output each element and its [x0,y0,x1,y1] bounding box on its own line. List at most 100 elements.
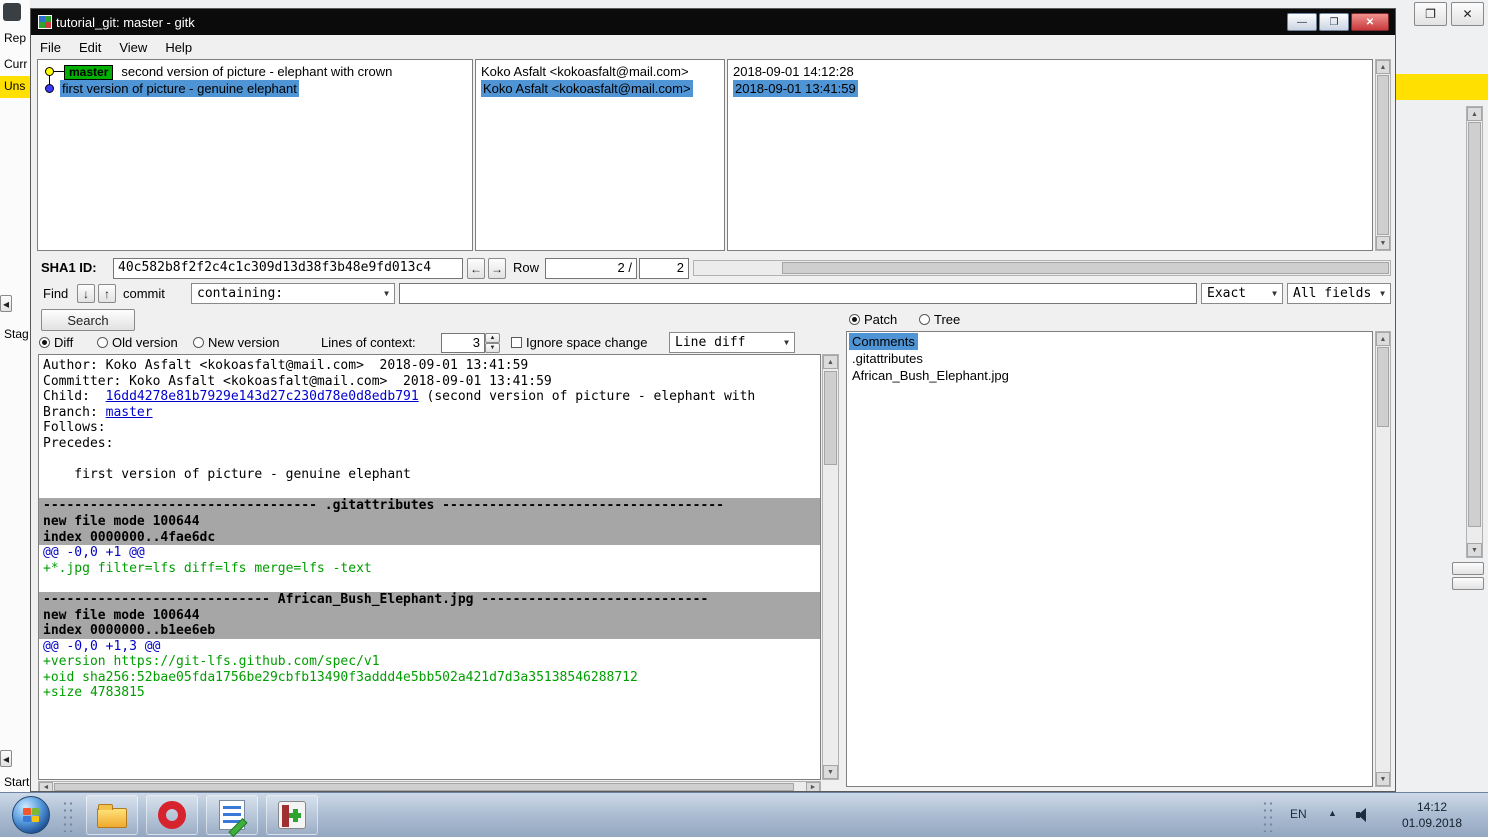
file-list-item[interactable]: .gitattributes [849,350,926,367]
menu-edit[interactable]: Edit [70,37,110,58]
tree-radio-circle[interactable] [919,314,930,325]
patch-radio-circle[interactable] [849,314,860,325]
containing-dropdown[interactable]: containing: ▼ [191,283,395,304]
search-button[interactable]: Search [41,309,135,331]
explorer-taskbar-button[interactable] [86,795,138,835]
commit-date-row[interactable]: 2018-09-01 13:41:59 [728,80,1372,97]
taskbar-grip[interactable] [62,800,75,832]
scrollbar-thumb[interactable] [1377,75,1389,235]
find-prev-button[interactable]: ↑ [98,284,116,303]
new-version-radio[interactable]: New version [193,335,280,350]
diff-scrollbar[interactable]: ▲ ▼ [822,354,839,780]
scroll-right-icon[interactable]: ► [806,782,820,791]
exact-dropdown[interactable]: Exact ▼ [1201,283,1283,304]
background-scrollbar[interactable]: ▲ ▼ [1466,106,1483,558]
scroll-down-icon[interactable]: ▼ [1376,772,1390,786]
scroll-down-icon[interactable]: ▼ [1376,236,1390,250]
find-query-input[interactable] [399,283,1197,304]
commit-row[interactable]: first version of picture - genuine eleph… [38,80,472,97]
menu-file[interactable]: File [31,37,70,58]
fields-dropdown[interactable]: All fields ▼ [1287,283,1391,304]
tree-radio[interactable]: Tree [919,312,960,327]
volume-icon[interactable] [1356,808,1372,822]
commit-row[interactable]: master second version of picture - elepha… [38,63,472,89]
diff-hscrollbar[interactable]: ◄ ► [38,781,821,791]
diff-line: @@ -0,0 +1 @@ [43,545,145,561]
new-version-radio-circle[interactable] [193,337,204,348]
scrollbar-thumb[interactable] [54,783,794,791]
tray-expand-icon[interactable]: ▲ [1328,808,1337,818]
file-list-pane[interactable]: Comments .gitattributes African_Bush_Eleph… [846,331,1373,787]
scroll-left-icon[interactable]: ◄ [39,782,53,791]
scrollbar-thumb[interactable] [782,262,1389,274]
sha1-input[interactable]: 40c582b8f2f2c4c1c309d13d38f3b48e9fd013c4 [113,258,463,279]
find-button[interactable]: Find [43,286,68,301]
opera-taskbar-button[interactable] [146,795,198,835]
close-button[interactable]: ✕ [1351,13,1389,31]
bg-pane-button[interactable] [1452,577,1484,590]
commit-subject[interactable]: second version of picture - elephant wit… [119,64,394,79]
chevron-left-icon[interactable]: ◂ [0,295,12,312]
file-list-scrollbar[interactable]: ▲ ▼ [1375,331,1391,787]
commit-link[interactable]: master [106,405,153,420]
commit-author-row[interactable]: Koko Asfalt <kokoasfalt@mail.com> [476,63,724,80]
scrollbar-thumb[interactable] [824,371,837,465]
minimize-button[interactable]: — [1287,13,1317,31]
chevron-left-icon[interactable]: ◂ [0,750,12,767]
context-spinner-value[interactable]: 3 [441,333,485,353]
patch-radio[interactable]: Patch [849,312,897,327]
context-spinner[interactable]: ▲ ▼ [485,333,500,353]
file-list-item[interactable]: African_Bush_Elephant.jpg [849,367,1012,384]
scroll-up-icon[interactable]: ▲ [1376,60,1390,74]
forward-icon: → [491,261,503,276]
commit-list-hscrollbar[interactable] [693,260,1391,276]
maximize-button[interactable]: ❐ [1319,13,1349,31]
clock[interactable]: 14:12 01.09.2018 [1390,799,1474,831]
back-button[interactable]: ← [467,258,485,279]
scroll-down-icon[interactable]: ▼ [1467,543,1482,557]
diff-radio[interactable]: Diff [39,335,73,350]
old-version-radio-circle[interactable] [97,337,108,348]
back-icon: ← [470,261,482,276]
bg-restore-button[interactable]: ❐ [1414,2,1447,26]
editor-taskbar-button[interactable] [206,795,258,835]
scrollbar-thumb[interactable] [1468,122,1481,527]
tray-grip[interactable] [1262,800,1275,832]
scroll-up-icon[interactable]: ▲ [1376,332,1390,346]
ignore-space-checkbox[interactable]: Ignore space change [511,335,647,350]
line-diff-dropdown[interactable]: Line diff ▼ [669,332,795,353]
forward-button[interactable]: → [488,258,506,279]
scroll-down-icon[interactable]: ▼ [823,765,838,779]
commit-date-pane[interactable]: 2018-09-01 14:12:28 2018-09-01 13:41:59 [727,59,1373,251]
commit-subject[interactable]: first version of picture - genuine eleph… [60,80,299,97]
find-next-button[interactable]: ↓ [77,284,95,303]
start-button[interactable] [12,796,50,834]
old-version-radio[interactable]: Old version [97,335,178,350]
flag-red [23,808,31,815]
menu-help[interactable]: Help [156,37,201,58]
bg-close-button[interactable]: ✕ [1451,2,1484,26]
file-list-item[interactable]: Comments [849,333,918,350]
branch-tag[interactable]: master [64,65,114,80]
row-label: Row [513,260,540,275]
ignore-space-checkbox-box[interactable] [511,337,522,348]
commit-author-pane[interactable]: Koko Asfalt <kokoasfalt@mail.com> Koko As… [475,59,725,251]
scroll-up-icon[interactable]: ▲ [823,355,838,369]
find-commit-label[interactable]: commit [123,286,165,301]
title-bar[interactable]: tutorial_git: master - gitk — ❐ ✕ [31,9,1395,35]
menu-view[interactable]: View [110,37,156,58]
diff-view[interactable]: Author: Koko Asfalt <kokoasfalt@mail.com… [38,354,821,780]
git-gui-taskbar-button[interactable] [266,795,318,835]
commit-author-row[interactable]: Koko Asfalt <kokoasfalt@mail.com> [476,80,724,97]
commit-date-row[interactable]: 2018-09-01 14:12:28 [728,63,1372,80]
scroll-up-icon[interactable]: ▲ [1467,107,1482,121]
spin-up-icon[interactable]: ▲ [485,333,500,343]
commit-list-scrollbar[interactable]: ▲ ▼ [1375,59,1391,251]
language-indicator[interactable]: EN [1290,807,1307,821]
bg-pane-button[interactable] [1452,562,1484,575]
diff-radio-circle[interactable] [39,337,50,348]
commit-link[interactable]: 16dd4278e81b7929e143d27c230d78e0d8edb791 [106,389,419,404]
spin-down-icon[interactable]: ▼ [485,343,500,353]
scrollbar-thumb[interactable] [1377,347,1389,427]
commit-graph-pane[interactable]: master second version of picture - elepha… [37,59,473,251]
